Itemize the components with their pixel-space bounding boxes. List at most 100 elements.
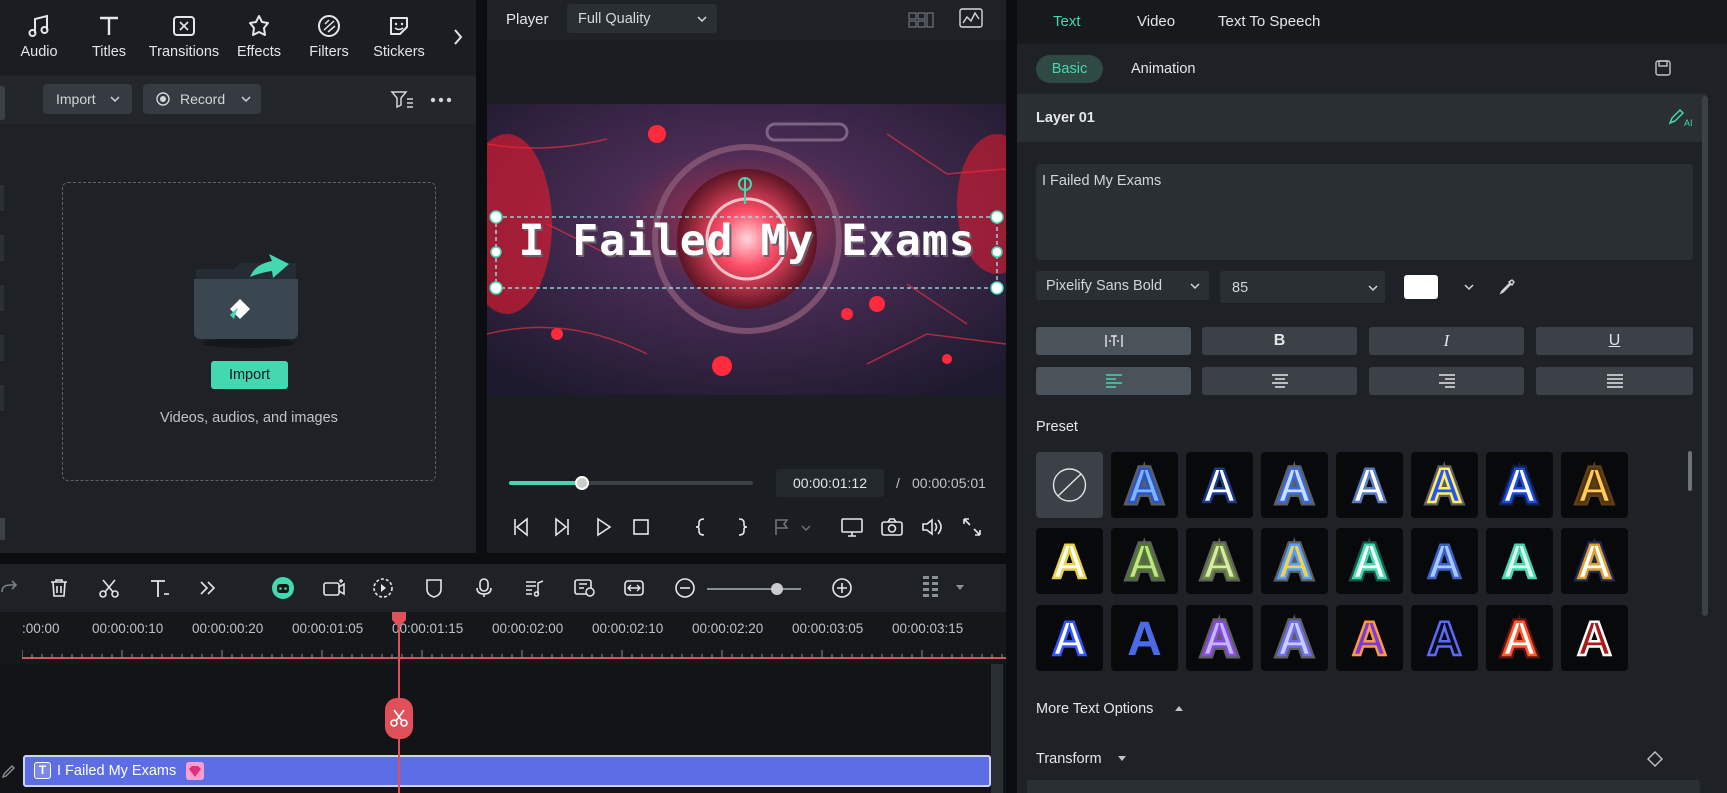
text-spacing-button[interactable] (1036, 327, 1191, 355)
mark-out-icon[interactable] (731, 516, 753, 538)
font-size-dropdown[interactable]: 85 (1220, 271, 1385, 303)
preset-tile[interactable]: A (1036, 605, 1103, 671)
ai-assistant-icon[interactable] (271, 576, 295, 600)
waveform-monitor-icon[interactable] (959, 8, 983, 30)
preset-tile[interactable]: A (1186, 452, 1253, 518)
transform-section[interactable]: Transform (1036, 751, 1102, 767)
preset-tile[interactable]: AA (1261, 452, 1328, 518)
title-clip[interactable]: T I Failed My Exams (23, 755, 991, 787)
collapsed-sidebar-handle[interactable] (0, 86, 5, 120)
caret-down-icon[interactable] (1117, 755, 1127, 763)
italic-button[interactable]: I (1369, 327, 1524, 355)
keyframe-diamond-icon[interactable] (1646, 750, 1664, 768)
preset-tile[interactable]: AA (1561, 452, 1628, 518)
more-tools-chevron-icon[interactable] (198, 579, 218, 597)
text-color-swatch[interactable] (1404, 275, 1438, 299)
toolbar-transitions[interactable]: Transitions (147, 13, 221, 60)
preset-tile[interactable]: A (1336, 452, 1403, 518)
font-family-dropdown[interactable]: Pixelify Sans Bold (1036, 271, 1209, 300)
record-dropdown[interactable]: Record (143, 84, 261, 114)
grid-view-icon[interactable] (908, 10, 934, 30)
preset-tile[interactable]: A (1486, 528, 1553, 594)
track-edit-icon[interactable] (0, 761, 18, 781)
bold-button[interactable]: B (1202, 327, 1357, 355)
timeline-ruler[interactable]: :00:00 00:00:00:10 00:00:00:20 00:00:01:05 0… (0, 612, 1006, 664)
playhead-handle[interactable] (391, 612, 407, 628)
prev-frame-icon[interactable] (510, 516, 532, 538)
filter-sort-icon[interactable] (390, 89, 414, 109)
align-center-button[interactable] (1202, 367, 1357, 395)
preset-tile[interactable]: A (1561, 605, 1628, 671)
scissors-icon[interactable] (98, 577, 120, 599)
preview-title-text[interactable]: I Failed My Exams (497, 216, 997, 266)
playback-progress-track[interactable] (509, 481, 753, 485)
preset-tile[interactable]: AA (1336, 528, 1403, 594)
tab-video[interactable]: Video (1137, 13, 1175, 30)
text-content-field[interactable]: I Failed My Exams (1036, 164, 1693, 260)
subtab-basic[interactable]: Basic (1036, 55, 1103, 83)
current-time-display[interactable]: 00:00:01:12 (776, 469, 884, 497)
preset-tile[interactable]: AA (1186, 528, 1253, 594)
preset-tile[interactable]: AA (1261, 605, 1328, 671)
more-options-icon[interactable] (430, 97, 452, 103)
track-layout-icon[interactable] (922, 574, 940, 602)
mark-in-icon[interactable] (690, 516, 712, 538)
underline-button[interactable]: U (1536, 327, 1693, 355)
toolbar-audio[interactable]: Audio (2, 13, 76, 60)
preset-tile[interactable]: A (1411, 528, 1478, 594)
fullscreen-icon[interactable] (961, 516, 983, 538)
redo-icon[interactable] (0, 578, 18, 600)
eyedropper-icon[interactable] (1498, 278, 1516, 296)
preset-tile[interactable]: AA (1486, 452, 1553, 518)
microphone-icon[interactable] (473, 577, 495, 599)
split-scissors-button[interactable] (385, 698, 413, 739)
save-preset-icon[interactable] (1654, 59, 1672, 77)
preset-tile[interactable]: A (1411, 605, 1478, 671)
chevron-down-icon[interactable] (1464, 283, 1474, 291)
preview-render-icon[interactable] (573, 577, 597, 599)
audio-track-icon[interactable] (523, 577, 545, 599)
import-media-button[interactable]: Import (211, 361, 288, 389)
stop-icon[interactable] (630, 516, 652, 538)
inspector-scrollbar[interactable] (1702, 96, 1708, 616)
zoom-out-icon[interactable] (674, 577, 696, 599)
preset-tile[interactable]: AA (1561, 528, 1628, 594)
ai-video-icon[interactable] (322, 577, 346, 599)
tab-text[interactable]: Text (1053, 13, 1081, 30)
delete-trash-icon[interactable] (48, 577, 70, 599)
toolbar-more-chevron-icon[interactable] (452, 28, 464, 46)
snapshot-camera-icon[interactable] (880, 516, 904, 538)
preset-tile[interactable]: A (1036, 528, 1103, 594)
subtab-animation[interactable]: Animation (1131, 61, 1195, 77)
display-icon[interactable] (840, 516, 864, 538)
preset-tile[interactable]: AA (1186, 605, 1253, 671)
zoom-in-icon[interactable] (831, 577, 853, 599)
quality-dropdown[interactable]: Full Quality (567, 4, 717, 33)
preset-scrollbar[interactable] (1688, 451, 1692, 491)
more-text-options[interactable]: More Text Options (1036, 701, 1153, 717)
zoom-slider-track[interactable] (707, 588, 801, 590)
toolbar-stickers[interactable]: Stickers (362, 13, 436, 60)
ai-edit-icon[interactable]: AI (1667, 108, 1693, 128)
tab-text-to-speech[interactable]: Text To Speech (1218, 13, 1320, 30)
toolbar-filters[interactable]: Filters (292, 13, 366, 60)
preview-canvas[interactable]: I Failed My Exams (487, 104, 1006, 395)
preset-tile[interactable]: AA (1111, 452, 1178, 518)
mask-shield-icon[interactable] (423, 577, 445, 599)
chevron-down-icon[interactable] (955, 584, 965, 592)
preset-tile[interactable]: AA (1411, 452, 1478, 518)
preset-tile[interactable]: AA (1486, 605, 1553, 671)
volume-icon[interactable] (920, 516, 944, 538)
caret-up-icon[interactable] (1174, 705, 1184, 713)
next-frame-icon[interactable] (551, 516, 573, 538)
text-tool-icon[interactable] (148, 577, 172, 599)
toolbar-effects[interactable]: Effects (222, 13, 296, 60)
chevron-down-icon[interactable] (800, 524, 812, 532)
preset-tile[interactable]: AA (1261, 528, 1328, 594)
fit-timeline-icon[interactable] (623, 577, 645, 599)
align-right-button[interactable] (1369, 367, 1524, 395)
panel-divider[interactable] (1006, 0, 1017, 793)
play-icon[interactable] (592, 516, 614, 538)
import-dropdown[interactable]: Import (43, 84, 132, 114)
speed-icon[interactable] (372, 577, 394, 599)
